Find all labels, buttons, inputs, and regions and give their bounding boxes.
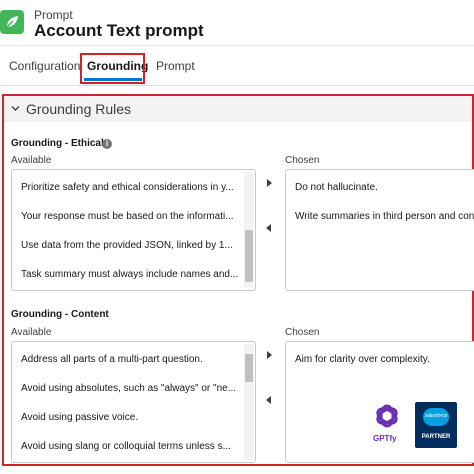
list-item[interactable]: Avoid using absolutes, such as "always" … <box>21 383 243 394</box>
gptfy-label: GPTfy <box>373 434 397 443</box>
list-item[interactable]: Use data from the provided JSON, linked … <box>21 240 243 251</box>
list-item[interactable]: Avoid using slang or colloquial terms un… <box>21 441 243 452</box>
group-label-ethical: Grounding - Ethical <box>11 138 104 149</box>
salesforce-wordmark: salesforce <box>424 413 448 419</box>
list-item[interactable]: Task summary must always include names a… <box>21 269 243 280</box>
partner-label: PARTNER <box>421 434 451 440</box>
list-item[interactable]: Avoid using passive voice. <box>21 412 243 423</box>
salesforce-partner-badge: salesforce PARTNER <box>415 402 457 448</box>
tab-highlight-box <box>80 53 145 84</box>
grounding-rules-section: Grounding Rules Grounding - Ethical i Av… <box>2 94 474 466</box>
info-icon[interactable]: i <box>102 139 112 149</box>
chosen-listbox-ethical[interactable]: Do not hallucinate. Write summaries in t… <box>285 169 474 291</box>
move-left-icon[interactable] <box>263 222 275 234</box>
chosen-label: Chosen <box>285 155 320 166</box>
scrollbar-thumb[interactable] <box>245 230 253 282</box>
page-header: Prompt Account Text prompt <box>0 0 474 46</box>
list-item[interactable]: Address all parts of a multi-part questi… <box>21 354 243 365</box>
move-right-icon[interactable] <box>263 349 275 361</box>
list-item[interactable]: Prioritize safety and ethical considerat… <box>21 182 243 193</box>
list-item[interactable]: Your response must be based on the infor… <box>21 211 243 222</box>
section-title: Grounding Rules <box>26 101 132 117</box>
salesforce-cloud-icon: salesforce <box>423 408 449 426</box>
available-listbox-content[interactable]: Address all parts of a multi-part questi… <box>11 341 256 463</box>
available-listbox-ethical[interactable]: Prioritize safety and ethical considerat… <box>11 169 256 291</box>
page-subtitle: Prompt <box>34 8 73 22</box>
page-title: Account Text prompt <box>34 21 204 40</box>
available-label: Available <box>11 327 52 338</box>
list-item[interactable]: Write summaries in third person and conc <box>295 211 474 222</box>
move-left-icon[interactable] <box>263 394 275 406</box>
scrollbar[interactable] <box>244 344 254 460</box>
available-label: Available <box>11 155 52 166</box>
list-item[interactable]: Aim for clarity over complexity. <box>295 354 474 365</box>
leaf-icon <box>0 10 24 34</box>
scrollbar[interactable] <box>244 172 254 288</box>
scrollbar-thumb[interactable] <box>245 354 253 382</box>
move-right-icon[interactable] <box>263 177 275 189</box>
list-item[interactable]: Do not hallucinate. <box>295 182 474 193</box>
tab-prompt[interactable]: Prompt <box>156 59 195 73</box>
tab-configuration[interactable]: Configuration <box>9 59 80 73</box>
group-label-content: Grounding - Content <box>11 309 109 320</box>
chosen-label: Chosen <box>285 327 320 338</box>
chevron-down-icon[interactable] <box>11 104 20 113</box>
tab-bar: Configuration Grounding Prompt <box>0 46 474 86</box>
section-header[interactable]: Grounding Rules <box>4 96 472 122</box>
